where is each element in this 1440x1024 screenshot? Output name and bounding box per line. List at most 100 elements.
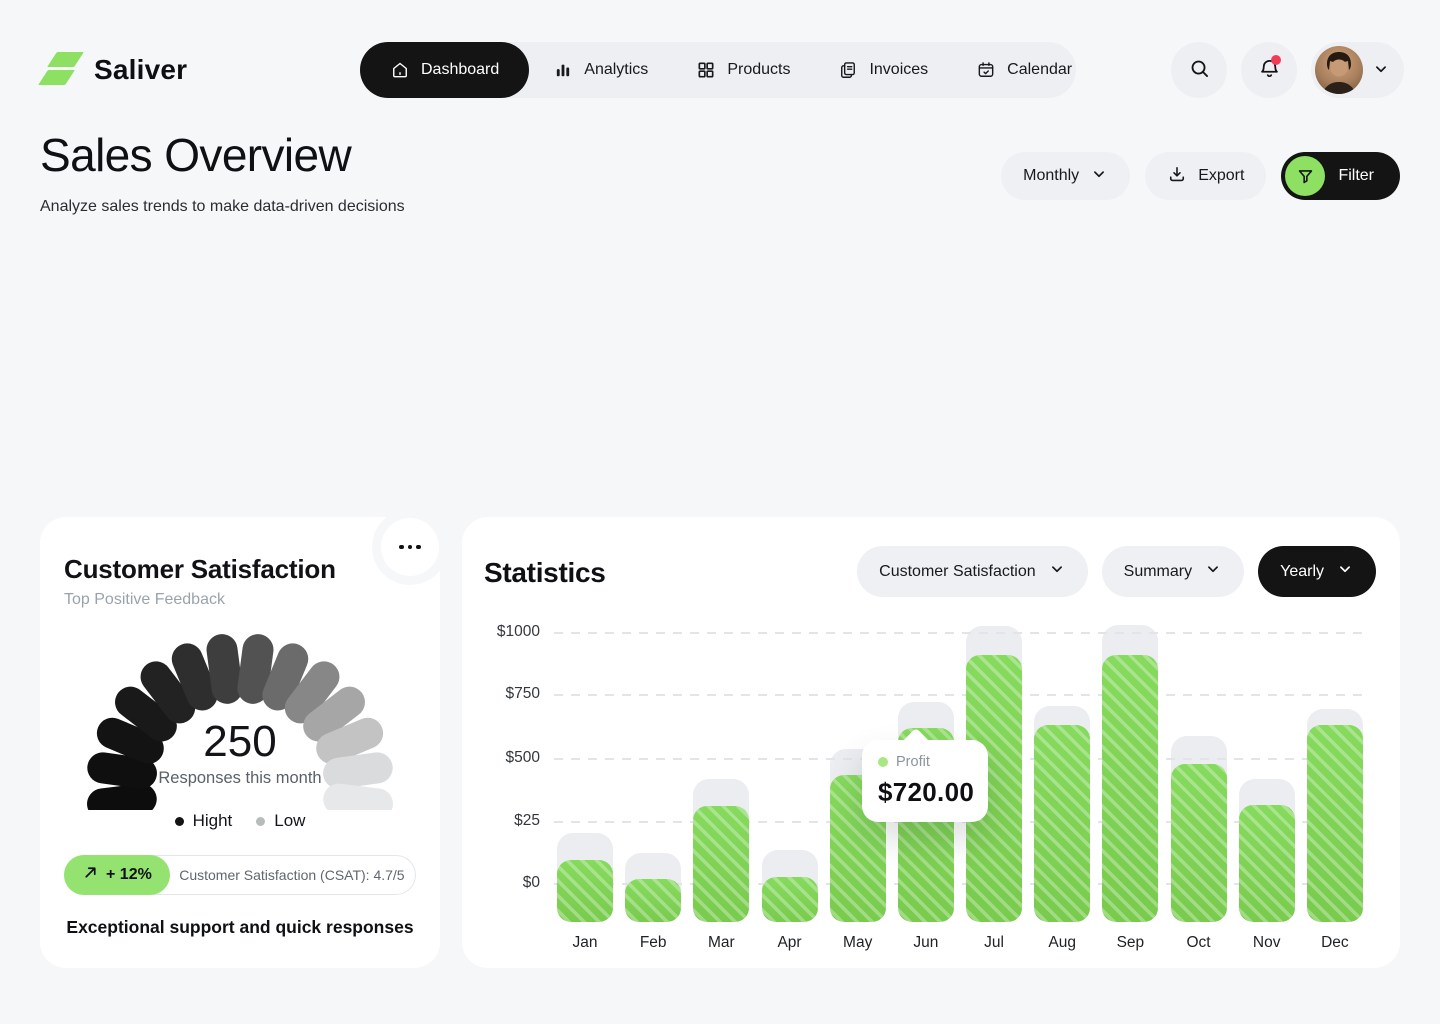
gauge-value: 250 bbox=[40, 717, 440, 767]
satisfaction-footnote: Exceptional support and quick responses bbox=[40, 917, 440, 938]
chevron-down-icon bbox=[1048, 560, 1066, 583]
bar-slot-mar: Mar bbox=[693, 622, 749, 922]
bar-slot-dec: Dec bbox=[1307, 622, 1363, 922]
bar-feb[interactable] bbox=[625, 879, 681, 922]
satisfaction-card-subtitle: Top Positive Feedback bbox=[64, 591, 225, 609]
nav-item-dashboard[interactable]: Dashboard bbox=[360, 42, 529, 98]
legend-dot-icon bbox=[256, 817, 265, 826]
gridline bbox=[554, 694, 1366, 696]
x-axis-label: Jan bbox=[573, 934, 598, 952]
nav-item-calendar[interactable]: Calendar bbox=[952, 42, 1096, 98]
legend-item-hight: Hight bbox=[175, 811, 233, 831]
metric-dropdown-label: Customer Satisfaction bbox=[879, 563, 1036, 581]
y-axis-tick: $500 bbox=[484, 749, 540, 767]
legend-label: Hight bbox=[193, 811, 233, 831]
x-axis-label: Jul bbox=[984, 934, 1004, 952]
bar-sep[interactable] bbox=[1102, 655, 1158, 922]
bar-slot-feb: Feb bbox=[625, 622, 681, 922]
bar-slot-apr: Apr bbox=[762, 622, 818, 922]
x-axis-label: Dec bbox=[1321, 934, 1349, 952]
page-controls: Monthly Export Filter bbox=[1001, 152, 1400, 200]
bar-slot-oct: Oct bbox=[1171, 622, 1227, 922]
legend-label: Low bbox=[274, 811, 305, 831]
notifications-button[interactable] bbox=[1241, 42, 1297, 98]
y-axis-tick: $750 bbox=[484, 685, 540, 703]
chevron-down-icon bbox=[1090, 165, 1108, 188]
bar-apr[interactable] bbox=[762, 877, 818, 922]
page-title: Sales Overview bbox=[40, 128, 405, 182]
avatar bbox=[1315, 46, 1363, 94]
range-dropdown-label: Yearly bbox=[1280, 563, 1324, 581]
satisfaction-card-title: Customer Satisfaction bbox=[64, 554, 336, 585]
chart-tooltip: Profit $720.00 bbox=[862, 740, 988, 822]
topbar: Saliver Dashboard Analytics Products Invoic… bbox=[40, 42, 1404, 98]
chevron-down-icon bbox=[1204, 560, 1222, 583]
invoice-icon bbox=[838, 60, 858, 80]
nav-item-products[interactable]: Products bbox=[672, 42, 814, 98]
user-menu[interactable] bbox=[1311, 42, 1404, 98]
search-icon bbox=[1188, 57, 1211, 83]
gauge-caption: Responses this month bbox=[40, 769, 440, 788]
x-axis-label: Aug bbox=[1048, 934, 1076, 952]
customer-satisfaction-card: Customer Satisfaction Top Positive Feedb… bbox=[40, 517, 440, 968]
card-notch bbox=[372, 509, 448, 585]
brand: Saliver bbox=[40, 50, 187, 90]
statistics-card: Statistics Customer Satisfaction Summary… bbox=[462, 517, 1400, 968]
bar-oct[interactable] bbox=[1171, 764, 1227, 922]
legend-item-low: Low bbox=[256, 811, 305, 831]
bar-jan[interactable] bbox=[557, 860, 613, 922]
delta-badge: + 12% bbox=[64, 855, 170, 895]
brand-name: Saliver bbox=[94, 54, 187, 86]
x-axis-label: Jun bbox=[913, 934, 938, 952]
period-dropdown[interactable]: Monthly bbox=[1001, 152, 1130, 200]
notification-dot bbox=[1271, 55, 1281, 65]
ellipsis-icon bbox=[399, 545, 404, 550]
y-axis-tick: $1000 bbox=[484, 623, 540, 641]
bar-mar[interactable] bbox=[693, 806, 749, 922]
statistics-dropdowns: Customer Satisfaction Summary Yearly bbox=[857, 546, 1376, 597]
topbar-actions bbox=[1171, 42, 1404, 98]
y-axis-tick: $25 bbox=[484, 812, 540, 830]
search-button[interactable] bbox=[1171, 42, 1227, 98]
tooltip-series-label: Profit bbox=[896, 754, 930, 770]
page-subtitle: Analyze sales trends to make data-driven… bbox=[40, 198, 405, 216]
x-axis-label: Sep bbox=[1117, 934, 1145, 952]
export-button-label: Export bbox=[1198, 167, 1244, 185]
bar-aug[interactable] bbox=[1034, 725, 1090, 922]
csat-badge-row: + 12% Customer Satisfaction (CSAT): 4.7/… bbox=[64, 855, 416, 895]
view-dropdown[interactable]: Summary bbox=[1102, 546, 1244, 597]
page-head: Sales Overview Analyze sales trends to m… bbox=[40, 128, 405, 216]
bar-dec[interactable] bbox=[1307, 725, 1363, 922]
filter-button[interactable]: Filter bbox=[1281, 152, 1400, 200]
chevron-down-icon bbox=[1372, 60, 1390, 81]
gridline bbox=[554, 632, 1366, 634]
profit-series-dot-icon bbox=[878, 757, 888, 767]
x-axis-label: Oct bbox=[1186, 934, 1210, 952]
nav-item-label: Invoices bbox=[869, 61, 928, 79]
download-icon bbox=[1167, 164, 1187, 189]
more-options-button[interactable] bbox=[381, 518, 439, 576]
filter-button-label: Filter bbox=[1338, 167, 1374, 185]
legend-dot-icon bbox=[175, 817, 184, 826]
bar-chart-icon bbox=[553, 60, 573, 80]
chevron-down-icon bbox=[1336, 560, 1354, 583]
export-button[interactable]: Export bbox=[1145, 152, 1266, 200]
x-axis-label: Mar bbox=[708, 934, 735, 952]
nav-item-label: Calendar bbox=[1007, 61, 1072, 79]
nav-item-label: Analytics bbox=[584, 61, 648, 79]
range-dropdown[interactable]: Yearly bbox=[1258, 546, 1376, 597]
trend-up-icon bbox=[82, 864, 99, 886]
saliver-logo-icon bbox=[40, 50, 82, 90]
bar-nov[interactable] bbox=[1239, 805, 1295, 922]
primary-nav: Dashboard Analytics Products Invoices Calend… bbox=[360, 42, 1076, 98]
statistics-title: Statistics bbox=[484, 557, 606, 589]
nav-item-invoices[interactable]: Invoices bbox=[814, 42, 952, 98]
nav-item-analytics[interactable]: Analytics bbox=[529, 42, 672, 98]
x-axis-label: Apr bbox=[777, 934, 801, 952]
y-axis-tick: $0 bbox=[484, 874, 540, 892]
calendar-icon bbox=[976, 60, 996, 80]
metric-dropdown[interactable]: Customer Satisfaction bbox=[857, 546, 1088, 597]
view-dropdown-label: Summary bbox=[1124, 563, 1192, 581]
profit-bar-chart: JanFebMarAprMayJunJulAugSepOctNovDec Pro… bbox=[484, 622, 1366, 968]
nav-item-label: Dashboard bbox=[421, 61, 499, 79]
